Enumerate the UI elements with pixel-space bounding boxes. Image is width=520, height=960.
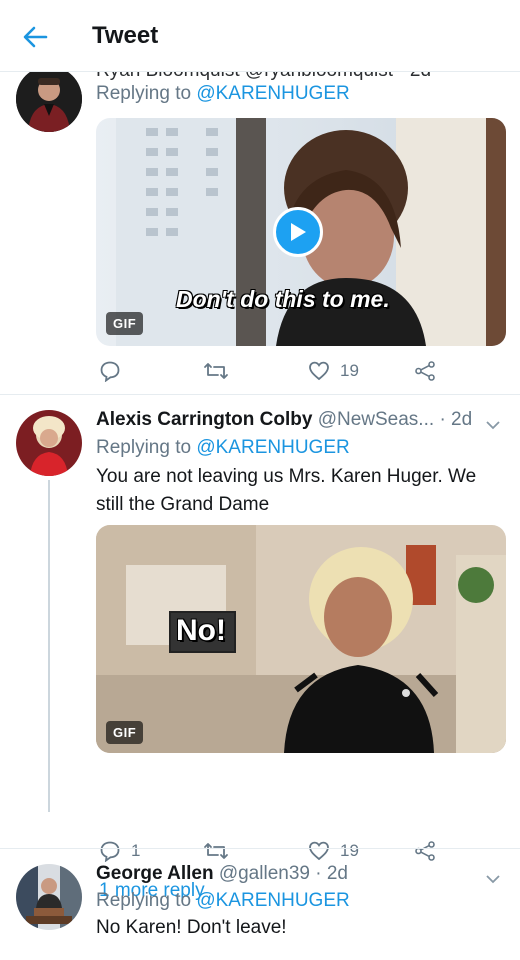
reply-button[interactable] — [99, 360, 131, 382]
share-icon — [415, 361, 435, 381]
gif-media[interactable]: Don't do this to me. GIF — [96, 118, 506, 346]
user-handle[interactable]: @gallen39 — [219, 863, 310, 884]
play-icon — [291, 223, 306, 241]
user-handle[interactable]: @NewSeas... — [318, 409, 434, 430]
replying-prefix: Replying to — [96, 437, 197, 458]
top-bar: Tweet — [0, 0, 520, 72]
retweet-icon — [204, 363, 228, 379]
mention-link[interactable]: @KARENHUGER — [196, 437, 349, 458]
tweet-text: No Karen! Don't leave! — [96, 917, 287, 938]
heart-icon — [309, 361, 329, 381]
tweet-name-line-partial: Ryan Bloomquist @ryanbloomquist · 2d — [96, 72, 431, 82]
replying-to-line: Replying to @KARENHUGER — [96, 437, 350, 459]
tweet-header-line: Alexis Carrington Colby @NewSeas... · 2d — [96, 409, 472, 431]
gif-badge: GIF — [106, 312, 144, 335]
thread-line — [48, 480, 50, 812]
replying-prefix: Replying to — [96, 890, 197, 911]
share-button[interactable] — [414, 360, 436, 382]
reply-count: 1 — [131, 841, 141, 860]
gif-caption: Don't do this to me. — [176, 286, 390, 312]
replying-to-line: Replying to @KARENHUGER — [96, 83, 350, 105]
mention-link[interactable]: @KARENHUGER — [196, 83, 349, 104]
like-count: 19 — [340, 841, 359, 860]
share-icon — [415, 841, 435, 861]
chevron-down-icon[interactable] — [485, 418, 501, 436]
reply-icon — [100, 361, 120, 382]
avatar[interactable] — [16, 410, 82, 476]
divider — [0, 848, 520, 849]
replying-to-line: Replying to @KARENHUGER — [96, 890, 350, 912]
retweet-icon — [204, 843, 228, 859]
replying-prefix: Replying to — [96, 83, 197, 104]
display-name[interactable]: Alexis Carrington Colby — [96, 409, 312, 430]
like-button[interactable]: 19 — [308, 840, 359, 862]
retweet-button[interactable] — [203, 840, 239, 862]
gif-caption: No! — [176, 614, 226, 647]
mention-link[interactable]: @KARENHUGER — [196, 890, 349, 911]
gif-media[interactable]: No! GIF — [96, 525, 506, 753]
tweet-text: You are not leaving us Mrs. Karen Huger.… — [96, 466, 477, 515]
like-button[interactable]: 19 — [308, 360, 359, 382]
reply-icon — [100, 841, 120, 862]
share-button[interactable] — [414, 840, 436, 862]
display-name[interactable]: George Allen — [96, 863, 214, 884]
page-title: Tweet — [92, 22, 159, 49]
reply-button[interactable]: 1 — [99, 840, 140, 862]
tweet-feed: Ryan Bloomquist @ryanbloomquist · 2d Rep… — [0, 72, 520, 960]
retweet-button[interactable] — [203, 360, 239, 382]
back-arrow-icon[interactable] — [20, 22, 50, 52]
timestamp: · 2d — [315, 863, 348, 884]
avatar[interactable] — [16, 864, 82, 930]
timestamp: · 2d — [439, 409, 473, 430]
chevron-down-icon[interactable] — [485, 872, 501, 890]
gif-badge: GIF — [106, 721, 144, 744]
avatar[interactable] — [16, 72, 82, 132]
play-button[interactable] — [273, 207, 323, 257]
tweet-header-line: George Allen @gallen39 · 2d — [96, 863, 348, 885]
heart-icon — [309, 841, 329, 861]
like-count: 19 — [340, 361, 359, 380]
divider — [0, 394, 520, 395]
